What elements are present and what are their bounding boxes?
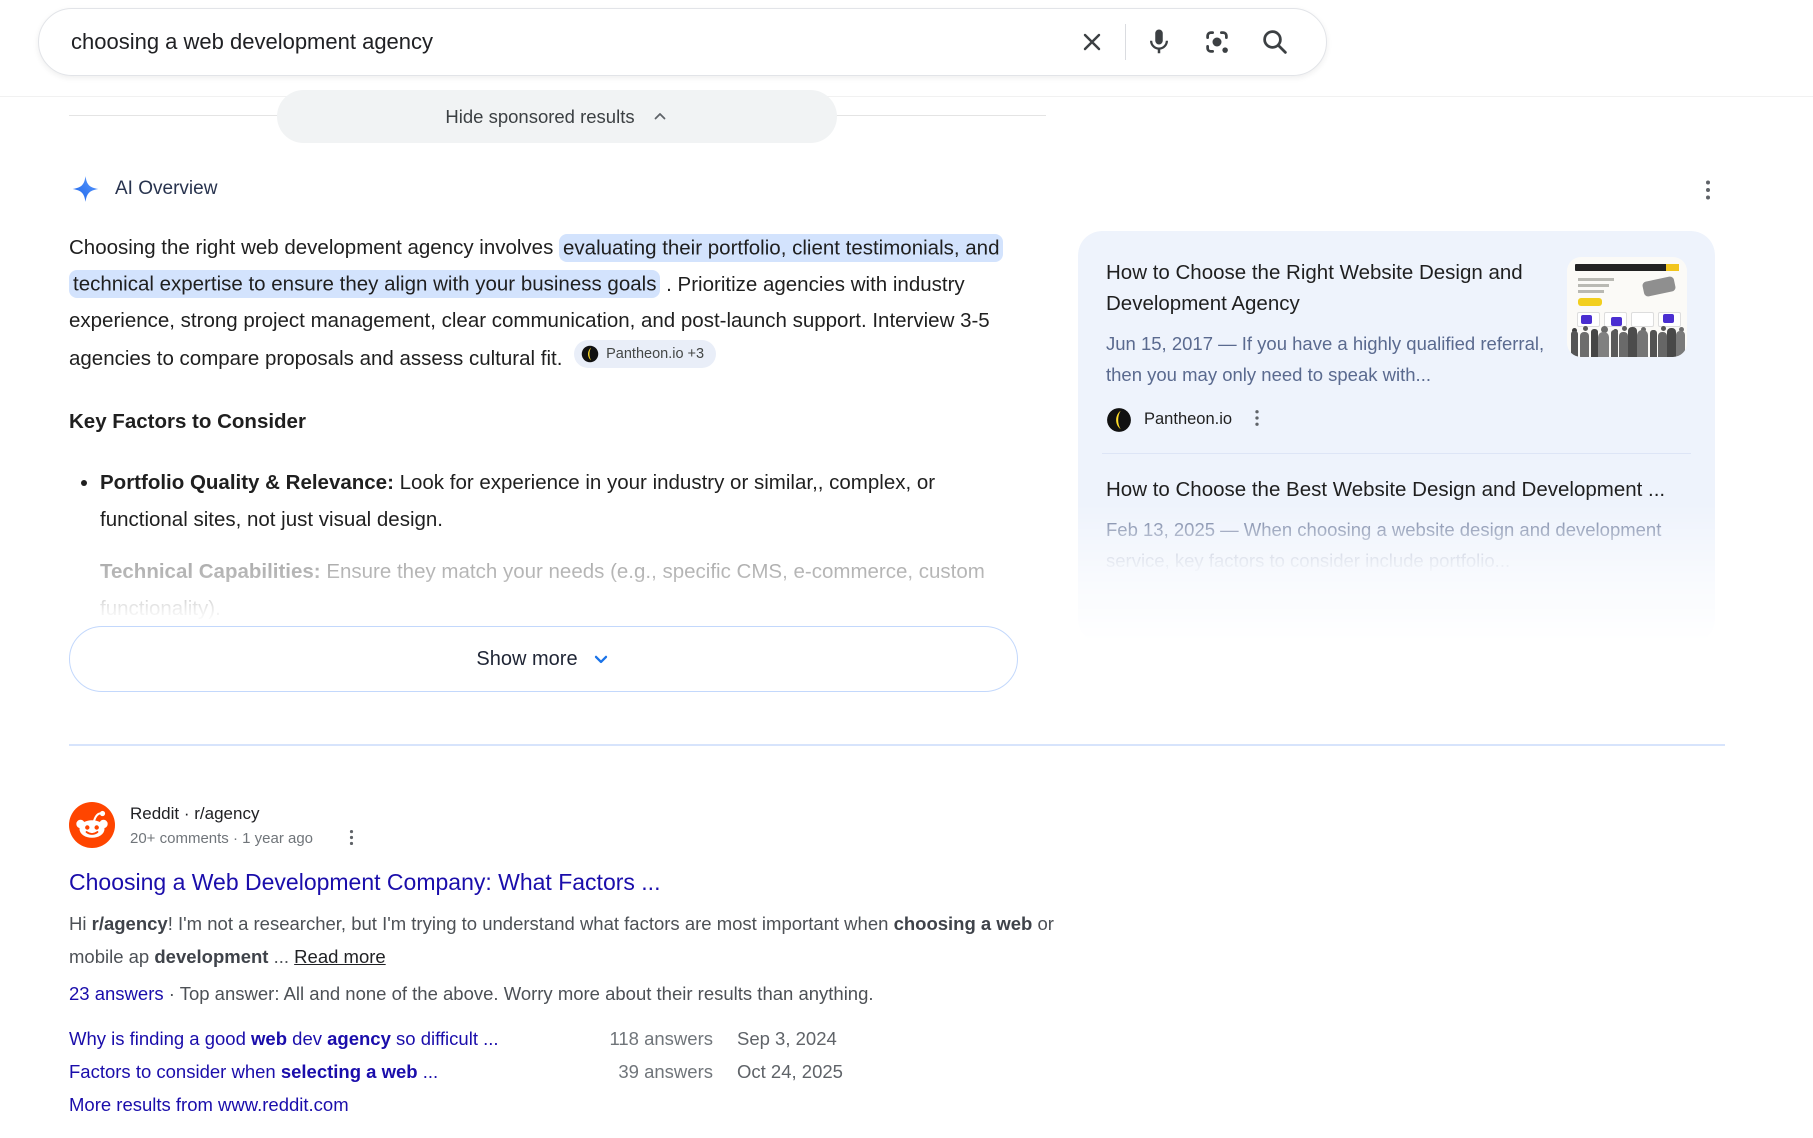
search-input[interactable]: choosing a web development agency (71, 29, 1063, 55)
more-results-link-row: More results from www.reddit.com (69, 1088, 1079, 1121)
thumbnail-bubble-shape (1581, 315, 1592, 324)
source-card-snippet: Feb 13, 2025 — When choosing a website d… (1106, 514, 1687, 576)
sparkle-icon (69, 174, 102, 204)
microphone-icon[interactable] (1130, 18, 1188, 66)
search-bar-divider (1125, 24, 1126, 60)
show-more-container: Show more (69, 626, 1018, 692)
answers-count-link[interactable]: 23 answers (69, 983, 164, 1004)
sublink-row-2-link[interactable]: Factors to consider when selecting a web… (69, 1055, 575, 1088)
sublink-row-1-answers: 118 answers (599, 1022, 713, 1055)
read-more-link[interactable]: Read more (294, 946, 386, 967)
result-snippet: Hi r/agency! I'm not a researcher, but I… (69, 908, 1079, 973)
thumbnail-crowd-bodies (1571, 331, 1578, 357)
source-card: How to Choose the Best Website Design an… (1106, 474, 1687, 576)
top-answer-text: · Top answer: All and none of the above.… (164, 983, 874, 1004)
snippet-text: Hi (69, 913, 92, 934)
search-result-reddit: Reddit · r/agency 20+ comments · 1 year … (69, 802, 1079, 1121)
snippet-text: ... (268, 946, 294, 967)
snippet-text: ! I'm not a researcher, but I'm trying t… (168, 913, 894, 934)
ai-overview-menu-icon[interactable] (1692, 176, 1724, 207)
result-title-link[interactable]: Choosing a Web Development Company: What… (69, 867, 660, 897)
source-card-text: How to Choose the Right Website Design a… (1106, 257, 1549, 390)
sublink-row-2-answers: 39 answers (599, 1055, 713, 1088)
source-name[interactable]: Pantheon.io (1144, 410, 1232, 429)
ai-overview-bottom-divider (69, 744, 1725, 746)
bullet-bold-text: Technical Capabilities: (100, 560, 321, 583)
snippet-bold: r/agency (92, 913, 168, 934)
clear-icon[interactable] (1063, 18, 1121, 66)
thumbnail-bubble-shape (1611, 317, 1622, 326)
thumbnail-bubble-shape (1663, 314, 1674, 323)
sublink-row-1-date: Sep 3, 2024 (737, 1022, 1079, 1055)
source-card-snippet: Jun 15, 2017 — If you have a highly qual… (1106, 328, 1549, 390)
thumbnail-header-bar (1575, 264, 1679, 271)
result-source-name[interactable]: Reddit · r/agency (130, 802, 364, 826)
result-meta: 20+ comments · 1 year ago (130, 828, 313, 850)
source-chip-label: Pantheon.io +3 (606, 346, 704, 362)
snippet-bold: choosing a web (894, 913, 1033, 934)
pantheon-logo-icon (1106, 407, 1132, 433)
result-sublinks: Why is finding a good web dev agency so … (69, 1022, 1079, 1088)
hide-sponsored-results-label: Hide sponsored results (445, 106, 634, 128)
reddit-favicon[interactable] (69, 802, 115, 848)
ai-overview-label: AI Overview (115, 178, 217, 200)
source-menu-icon[interactable] (1244, 406, 1270, 433)
thumbnail-button-shape (1578, 298, 1602, 306)
ai-overview-header: AI Overview (69, 172, 1018, 206)
thumbnail-accent (1666, 264, 1679, 271)
result-source-block: Reddit · r/agency 20+ comments · 1 year … (130, 802, 364, 852)
show-more-label: Show more (476, 648, 577, 671)
thumbnail-text-line (1578, 284, 1609, 287)
source-attribution-row: Pantheon.io (1106, 406, 1687, 433)
card-divider (1102, 453, 1691, 454)
answers-line: 23 answers · Top answer: All and none of… (69, 977, 1079, 1010)
chevron-down-icon (591, 649, 611, 669)
show-more-button[interactable]: Show more (69, 626, 1018, 692)
sublink-row-1-link[interactable]: Why is finding a good web dev agency so … (69, 1022, 575, 1055)
thumbnail-image-shape (1642, 276, 1676, 297)
paragraph-text: Choosing the right web development agenc… (69, 236, 559, 259)
search-bar[interactable]: choosing a web development agency (38, 8, 1327, 76)
source-card: How to Choose the Right Website Design a… (1106, 257, 1687, 390)
result-header: Reddit · r/agency 20+ comments · 1 year … (69, 802, 1079, 852)
thumbnail-card-shape (1631, 312, 1654, 327)
source-card-title[interactable]: How to Choose the Right Website Design a… (1106, 257, 1549, 319)
pantheon-logo-icon (581, 345, 599, 363)
result-menu-icon[interactable] (339, 826, 364, 852)
sublink-row-2-date: Oct 24, 2025 (737, 1055, 1079, 1088)
source-card-title[interactable]: How to Choose the Best Website Design an… (1106, 474, 1687, 505)
hide-sponsored-results-button[interactable]: Hide sponsored results (277, 90, 837, 143)
ai-overview-sources-panel: How to Choose the Right Website Design a… (1078, 231, 1715, 643)
lens-camera-icon[interactable] (1188, 18, 1246, 66)
article-thumbnail[interactable] (1567, 257, 1687, 357)
search-icon[interactable] (1246, 18, 1304, 66)
key-factors-heading: Key Factors to Consider (69, 404, 1018, 440)
header-divider (0, 96, 1813, 97)
thumbnail-text-line (1578, 290, 1604, 293)
ai-overview-paragraph: Choosing the right web development agenc… (69, 230, 1018, 377)
search-bar-icons (1063, 18, 1304, 66)
bullet-bold-text: Portfolio Quality & Relevance: (100, 471, 394, 494)
ai-overview-section: AI Overview Choosing the right web devel… (69, 172, 1018, 692)
chevron-up-icon (651, 108, 669, 126)
source-chip-button[interactable]: Pantheon.io +3 (574, 340, 716, 368)
snippet-bold: development (154, 946, 268, 967)
thumbnail-text-line (1578, 278, 1614, 281)
list-item: Portfolio Quality & Relevance: Look for … (100, 465, 1018, 538)
more-results-link[interactable]: More results from www.reddit.com (69, 1094, 349, 1115)
